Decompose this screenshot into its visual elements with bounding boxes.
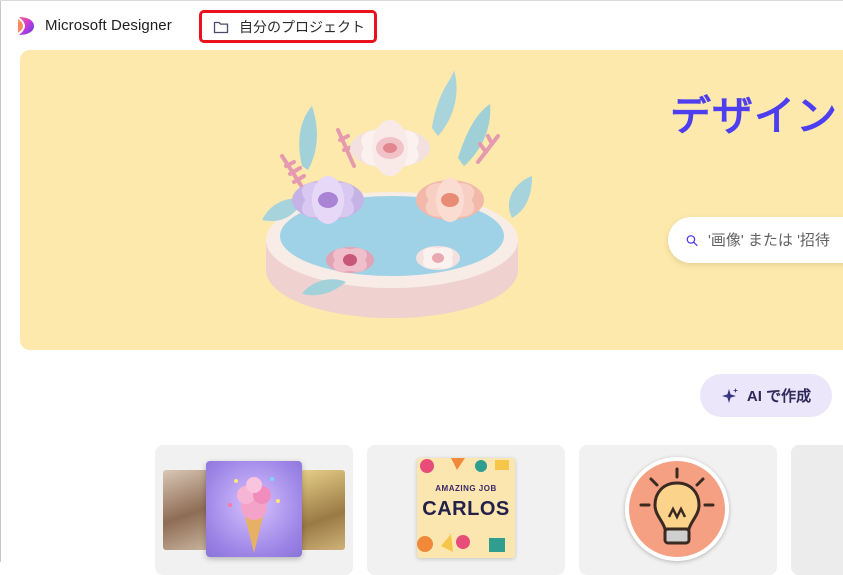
card-thumbnail-poster: AMAZING JOB CARLOS — [417, 458, 515, 558]
card-thumbnail-car — [163, 470, 211, 550]
designer-logo-icon[interactable] — [17, 16, 35, 36]
card-thumbnail-ice-cream — [206, 461, 302, 557]
poster-big-text: CARLOS — [422, 498, 510, 520]
my-projects-button[interactable]: 自分のプロジェクト — [199, 10, 377, 43]
create-with-ai-label: AI で作成 — [746, 388, 812, 405]
app-title[interactable]: Microsoft Designer — [45, 17, 172, 34]
hero-banner: デザインし — [20, 50, 843, 350]
create-with-ai-button[interactable]: AI で作成 — [700, 374, 832, 417]
poster-small-text: AMAZING JOB — [435, 484, 497, 493]
hero-flower-illustration — [262, 70, 532, 318]
folder-icon — [213, 21, 229, 33]
my-projects-label: 自分のプロジェクト — [239, 18, 365, 35]
card-thumbnail-sticker — [625, 457, 729, 561]
template-card-partial[interactable] — [791, 445, 843, 575]
template-card-image[interactable] — [155, 445, 353, 575]
window-left-border — [0, 0, 1, 562]
search-box[interactable] — [668, 217, 843, 263]
card-thumbnail-statue — [299, 470, 345, 550]
search-icon — [686, 234, 698, 246]
lightbulb-icon — [639, 467, 715, 545]
sparkle-icon — [721, 387, 738, 403]
hero-title: デザインし — [670, 93, 843, 139]
ice-cream-icon — [228, 477, 280, 553]
card-thumbnail-partial — [791, 445, 843, 575]
search-input[interactable] — [708, 231, 843, 249]
template-card-poster[interactable]: AMAZING JOB CARLOS — [367, 445, 565, 575]
template-card-sticker[interactable] — [579, 445, 777, 575]
window-top-border — [0, 0, 843, 1]
